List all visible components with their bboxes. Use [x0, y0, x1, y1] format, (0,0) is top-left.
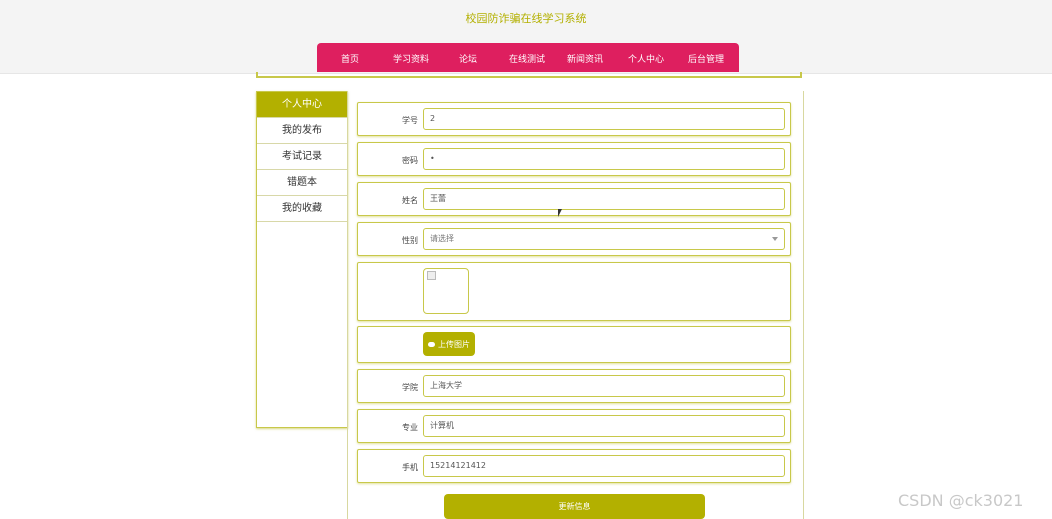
form-row-major: 专业 计算机 [357, 409, 791, 443]
major-label: 专业 [402, 423, 418, 432]
major-input[interactable]: 计算机 [423, 415, 785, 437]
sidebar-item-wrong-questions[interactable]: 错题本 [257, 170, 347, 196]
form-row-gender: 性别 请选择 [357, 222, 791, 256]
update-info-button[interactable]: 更新信息 [444, 494, 705, 519]
college-label: 学院 [402, 383, 418, 392]
student-id-label: 学号 [402, 116, 418, 125]
chevron-down-icon [772, 237, 778, 241]
form-row-upload: 上传图片 [357, 326, 791, 363]
upload-image-button[interactable]: 上传图片 [423, 332, 475, 356]
header: 校园防诈骗在线学习系统 首页 学习资料 论坛 在线测试 新闻资讯 个人中心 后台… [0, 0, 1052, 74]
nav-item-materials[interactable]: 学习资料 [393, 52, 429, 65]
college-input[interactable]: 上海大学 [423, 375, 785, 397]
student-id-input[interactable]: 2 [423, 108, 785, 130]
form-row-student-id: 学号 2 [357, 102, 791, 136]
watermark: CSDN @ck3021 [898, 491, 1024, 510]
mouse-cursor-icon [558, 209, 562, 217]
broken-image-icon [427, 271, 436, 280]
form-row-name: 姓名 王蕾 [357, 182, 791, 216]
sidebar: 个人中心 我的发布 考试记录 错题本 我的收藏 [256, 91, 348, 428]
phone-input[interactable]: 15214121412 [423, 455, 785, 477]
form-row-password: 密码 • [357, 142, 791, 176]
site-title: 校园防诈骗在线学习系统 [465, 12, 587, 25]
password-label: 密码 [402, 156, 418, 165]
sidebar-item-exam-records[interactable]: 考试记录 [257, 144, 347, 170]
gender-label: 性别 [402, 236, 418, 245]
nav-item-news[interactable]: 新闻资讯 [567, 52, 603, 65]
upload-image-label: 上传图片 [438, 339, 470, 349]
nav-item-forum[interactable]: 论坛 [459, 52, 477, 65]
password-input[interactable]: • [423, 148, 785, 170]
nav-item-home[interactable]: 首页 [341, 52, 359, 65]
form-row-college: 学院 上海大学 [357, 369, 791, 403]
phone-label: 手机 [402, 463, 418, 472]
name-input[interactable]: 王蕾 [423, 188, 785, 210]
form-row-avatar [357, 262, 791, 321]
main-nav: 首页 学习资料 论坛 在线测试 新闻资讯 个人中心 后台管理 [317, 43, 739, 72]
form-row-phone: 手机 15214121412 [357, 449, 791, 483]
top-frame-edge [256, 72, 802, 78]
gender-select[interactable]: 请选择 [423, 228, 785, 250]
sidebar-item-personal-center[interactable]: 个人中心 [257, 92, 347, 118]
cloud-upload-icon [428, 341, 435, 347]
name-label: 姓名 [402, 196, 418, 205]
nav-item-admin[interactable]: 后台管理 [688, 52, 724, 65]
nav-item-online-test[interactable]: 在线测试 [509, 52, 545, 65]
gender-select-value: 请选择 [430, 234, 454, 243]
nav-item-personal-center[interactable]: 个人中心 [628, 52, 664, 65]
sidebar-item-favorites[interactable]: 我的收藏 [257, 196, 347, 222]
avatar-preview[interactable] [423, 268, 469, 314]
sidebar-item-my-posts[interactable]: 我的发布 [257, 118, 347, 144]
